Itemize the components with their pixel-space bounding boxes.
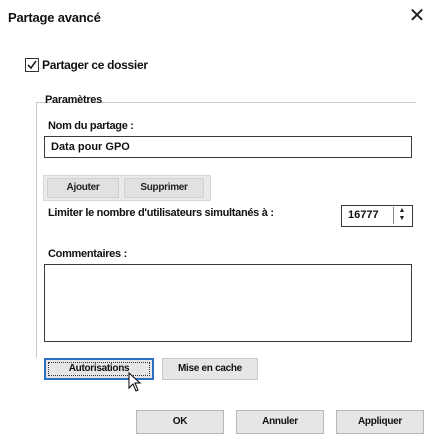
user-limit-spinner[interactable]: 16777 ▲ ▼ bbox=[341, 205, 413, 227]
comments-input[interactable] bbox=[44, 264, 412, 342]
ok-button[interactable]: OK bbox=[136, 410, 224, 434]
caching-button[interactable]: Mise en cache bbox=[162, 358, 258, 380]
user-limit-value: 16777 bbox=[348, 209, 379, 221]
share-name-label: Nom du partage : bbox=[48, 120, 134, 132]
checkmark-icon bbox=[27, 60, 37, 70]
share-folder-label: Partager ce dossier bbox=[42, 58, 148, 72]
cancel-button[interactable]: Annuler bbox=[236, 410, 324, 434]
spin-up-icon[interactable]: ▲ bbox=[394, 207, 410, 215]
user-limit-label: Limiter le nombre d'utilisateurs simulta… bbox=[48, 207, 274, 219]
add-button[interactable]: Ajouter bbox=[47, 178, 119, 198]
settings-group-label: Paramètres bbox=[45, 94, 102, 106]
close-icon[interactable]: ✕ bbox=[406, 5, 428, 27]
share-folder-checkbox[interactable] bbox=[25, 58, 39, 72]
apply-button[interactable]: Appliquer bbox=[336, 410, 424, 434]
mouse-cursor-icon bbox=[128, 372, 142, 392]
comments-label: Commentaires : bbox=[48, 248, 127, 260]
spin-down-icon[interactable]: ▼ bbox=[394, 215, 410, 223]
remove-button[interactable]: Supprimer bbox=[124, 178, 204, 198]
dialog-title: Partage avancé bbox=[8, 10, 101, 25]
spinner-buttons: ▲ ▼ bbox=[393, 207, 410, 224]
share-name-input[interactable] bbox=[44, 136, 412, 158]
